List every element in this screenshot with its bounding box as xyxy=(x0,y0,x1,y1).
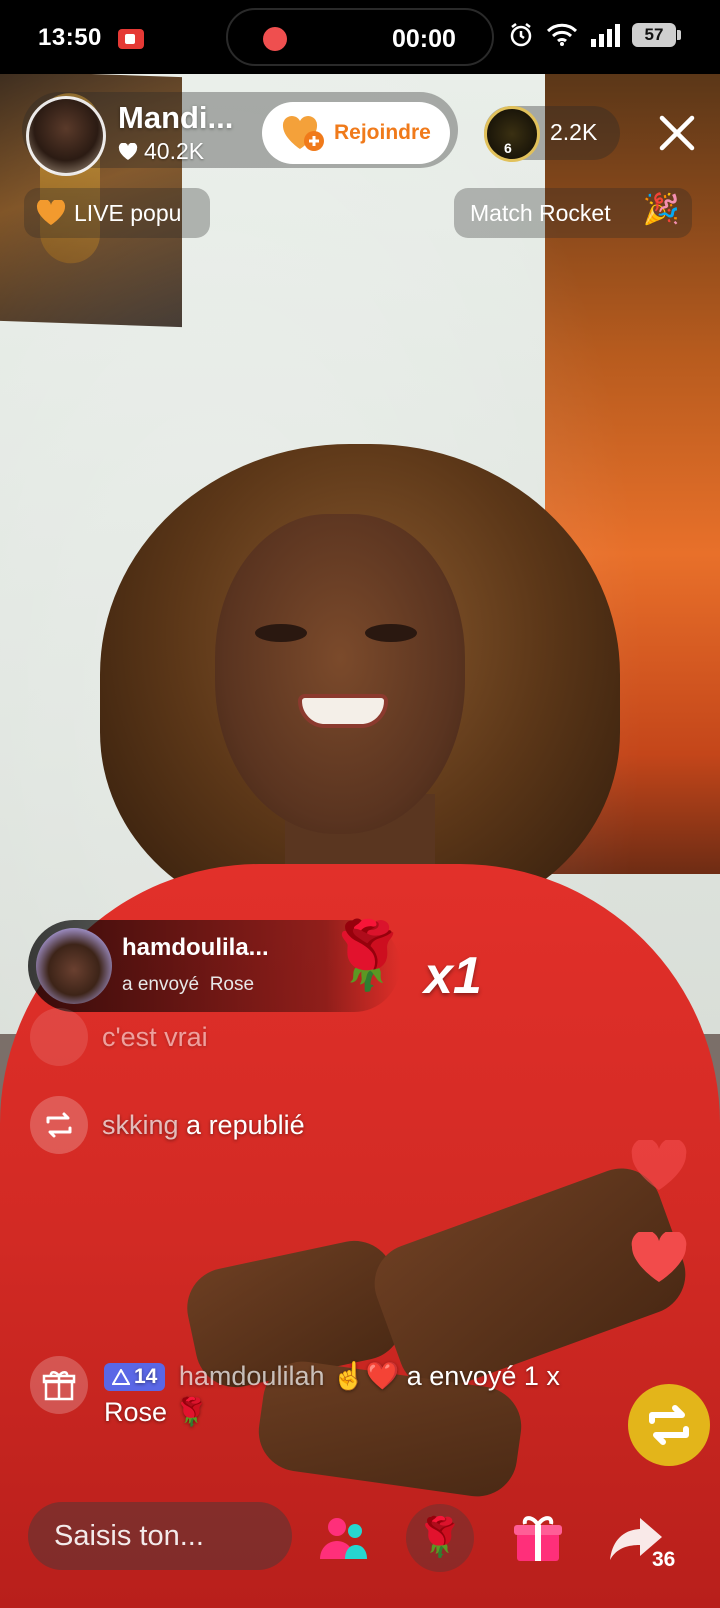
status-bar: 13:50 00:00 57 xyxy=(0,0,720,74)
gift-message-user[interactable]: hamdoulilah xyxy=(179,1361,325,1391)
rose-icon: 🌹 xyxy=(416,1517,464,1559)
join-button[interactable]: Rejoindre xyxy=(262,102,450,164)
heart-icon xyxy=(36,200,66,225)
record-timer: 00:00 xyxy=(392,25,456,53)
repost-button[interactable] xyxy=(628,1384,710,1466)
gifter-avatar[interactable] xyxy=(36,928,112,1004)
join-label: Rejoindre xyxy=(334,121,431,144)
match-rocket-label: Match Rocket xyxy=(470,199,611,226)
battery-icon: 57 xyxy=(632,23,681,47)
level-triangle-icon xyxy=(112,1369,130,1385)
live-popular-tag[interactable]: LIVE popu xyxy=(24,188,210,238)
people-icon xyxy=(320,1518,367,1559)
gift-button[interactable] xyxy=(504,1504,572,1572)
repost-icon xyxy=(649,1405,689,1445)
rocket-emoji-icon: 🎉 xyxy=(642,193,680,226)
rose-icon: 🌹 xyxy=(174,1397,209,1427)
gift-multiplier: x1 xyxy=(424,947,482,1005)
gift-message-gift: Rose xyxy=(104,1397,168,1427)
repost-action: a republié xyxy=(186,1109,305,1140)
comment-item: c'est vrai xyxy=(30,1008,208,1066)
host-name: Mandi... xyxy=(118,100,234,135)
top-viewer-rank: 6 xyxy=(504,140,512,156)
alarm-icon xyxy=(510,23,532,47)
host-likes-count: 40.2K xyxy=(144,138,205,164)
comment-text: c'est vrai xyxy=(102,1021,208,1052)
status-time: 13:50 xyxy=(38,24,102,51)
level-badge: 14 xyxy=(104,1363,166,1391)
heart-icon xyxy=(118,142,138,160)
share-count: 36 xyxy=(652,1548,676,1571)
top-viewer-avatar[interactable] xyxy=(484,106,540,162)
host-avatar[interactable] xyxy=(26,96,106,176)
floating-heart-icon xyxy=(631,1140,687,1190)
gift-name: Rose xyxy=(209,974,255,995)
gift-message-icon-wrap xyxy=(30,1356,88,1414)
heart-plus-icon xyxy=(280,113,326,153)
close-icon[interactable] xyxy=(654,110,700,156)
match-rocket-tag[interactable]: Match Rocket 🎉 xyxy=(454,188,692,238)
gifter-name: hamdoulila... xyxy=(122,934,269,961)
rose-icon: 🌹 xyxy=(326,918,409,992)
streamer-face xyxy=(215,514,465,834)
floating-heart-icon xyxy=(631,1232,687,1282)
repost-notification: skking a republié xyxy=(30,1096,305,1154)
gift-message: 14 hamdoulilah ☝️❤️ a envoyé 1 x Rose 🌹 xyxy=(104,1358,644,1430)
recording-pill[interactable]: 00:00 xyxy=(226,8,494,66)
top-viewers-pill[interactable]: 6 2.2K xyxy=(484,106,620,162)
signal-icon xyxy=(591,24,620,47)
gift-icon xyxy=(514,1516,562,1561)
live-popular-label: LIVE popu xyxy=(74,199,182,226)
gift-box-icon xyxy=(30,1356,88,1414)
rose-gift-button[interactable]: 🌹 xyxy=(406,1504,474,1572)
gift-message-action: a envoyé 1 x xyxy=(406,1361,560,1391)
wifi-icon xyxy=(546,23,578,46)
record-dot-icon xyxy=(263,27,287,51)
guest-request-button[interactable] xyxy=(310,1504,378,1572)
repost-user[interactable]: skking xyxy=(102,1110,179,1140)
screen-record-icon xyxy=(118,29,144,49)
gift-action: a envoyé xyxy=(122,974,200,995)
comment-input[interactable]: Saisis ton... xyxy=(28,1502,292,1570)
commenter-avatar xyxy=(30,1008,88,1066)
viewer-count: 2.2K xyxy=(550,119,598,145)
gift-banner[interactable]: hamdoulila... a envoyé Rose 🌹 xyxy=(28,920,408,1012)
gift-message-emoji: ☝️❤️ xyxy=(332,1361,400,1391)
repost-icon xyxy=(30,1096,88,1154)
